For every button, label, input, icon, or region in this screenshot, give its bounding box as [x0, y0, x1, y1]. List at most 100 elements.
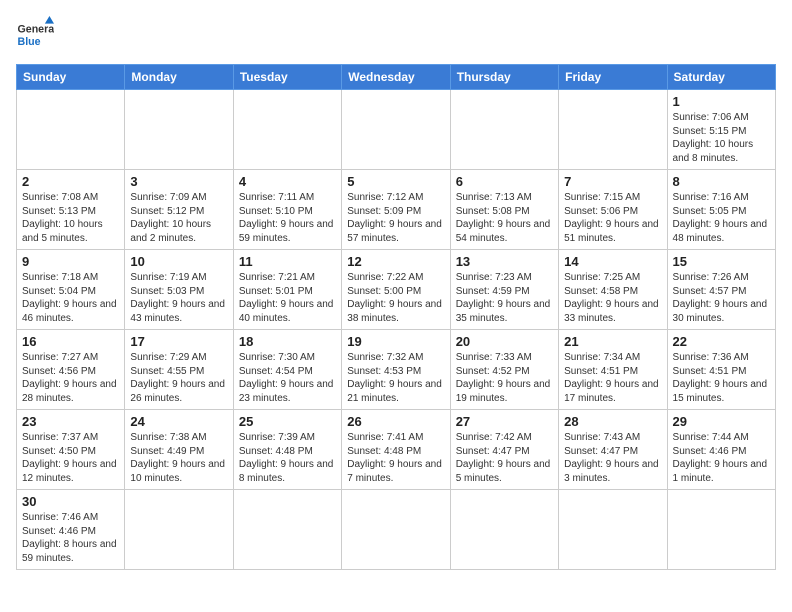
day-info: Sunrise: 7:06 AMSunset: 5:15 PMDaylight:… [673, 111, 770, 165]
calendar-cell [125, 490, 233, 570]
day-number: 6 [456, 174, 553, 189]
day-info: Sunrise: 7:39 AMSunset: 4:48 PMDaylight:… [239, 431, 336, 485]
header: General Blue [16, 16, 776, 54]
day-info: Sunrise: 7:33 AMSunset: 4:52 PMDaylight:… [456, 351, 553, 405]
calendar-cell [342, 490, 450, 570]
calendar-cell: 25Sunrise: 7:39 AMSunset: 4:48 PMDayligh… [233, 410, 341, 490]
day-info: Sunrise: 7:22 AMSunset: 5:00 PMDaylight:… [347, 271, 444, 325]
calendar-cell: 24 Sunrise: 7:38 AMSunset: 4:49 PMDayligh… [125, 410, 233, 490]
calendar-cell: 7Sunrise: 7:15 AMSunset: 5:06 PMDaylight… [559, 170, 667, 250]
day-number: 9 [22, 254, 119, 269]
week-row: 23 Sunrise: 7:37 AMSunset: 4:50 PMDayligh… [17, 410, 776, 490]
calendar-cell: 12 Sunrise: 7:22 AMSunset: 5:00 PMDayligh… [342, 250, 450, 330]
day-info: Sunrise: 7:08 AMSunset: 5:13 PMDaylight:… [22, 191, 119, 245]
day-info: Sunrise: 7:37 AMSunset: 4:50 PMDaylight:… [22, 431, 119, 485]
calendar-cell [559, 90, 667, 170]
calendar-cell: 15Sunrise: 7:26 AMSunset: 4:57 PMDayligh… [667, 250, 775, 330]
weekday-header-cell: Tuesday [233, 65, 341, 90]
svg-text:Blue: Blue [18, 36, 41, 48]
calendar-cell [17, 90, 125, 170]
calendar-cell: 10 Sunrise: 7:19 AMSunset: 5:03 PMDayligh… [125, 250, 233, 330]
day-number: 27 [456, 414, 553, 429]
calendar-cell: 11 Sunrise: 7:21 AMSunset: 5:01 PMDayligh… [233, 250, 341, 330]
day-info: Sunrise: 7:42 AMSunset: 4:47 PMDaylight:… [456, 431, 553, 485]
weekday-header-cell: Friday [559, 65, 667, 90]
day-info: Sunrise: 7:46 AMSunset: 4:46 PMDaylight:… [22, 511, 119, 565]
day-number: 26 [347, 414, 444, 429]
calendar-body: 1 Sunrise: 7:06 AMSunset: 5:15 PMDaylight… [17, 90, 776, 570]
calendar-cell: 26 Sunrise: 7:41 AMSunset: 4:48 PMDayligh… [342, 410, 450, 490]
day-info: Sunrise: 7:38 AMSunset: 4:49 PMDaylight:… [130, 431, 227, 485]
calendar-table: SundayMondayTuesdayWednesdayThursdayFrid… [16, 64, 776, 570]
calendar-cell: 1 Sunrise: 7:06 AMSunset: 5:15 PMDaylight… [667, 90, 775, 170]
day-info: Sunrise: 7:21 AMSunset: 5:01 PMDaylight:… [239, 271, 336, 325]
weekday-header-cell: Thursday [450, 65, 558, 90]
day-info: Sunrise: 7:09 AMSunset: 5:12 PMDaylight:… [130, 191, 227, 245]
calendar-cell: 23 Sunrise: 7:37 AMSunset: 4:50 PMDayligh… [17, 410, 125, 490]
day-info: Sunrise: 7:15 AMSunset: 5:06 PMDaylight:… [564, 191, 661, 245]
calendar-cell: 6 Sunrise: 7:13 AMSunset: 5:08 PMDaylight… [450, 170, 558, 250]
day-number: 5 [347, 174, 444, 189]
week-row: 9 Sunrise: 7:18 AMSunset: 5:04 PMDaylight… [17, 250, 776, 330]
day-number: 19 [347, 334, 444, 349]
day-info: Sunrise: 7:41 AMSunset: 4:48 PMDaylight:… [347, 431, 444, 485]
day-number: 16 [22, 334, 119, 349]
calendar-cell: 19Sunrise: 7:32 AMSunset: 4:53 PMDayligh… [342, 330, 450, 410]
day-number: 23 [22, 414, 119, 429]
day-number: 12 [347, 254, 444, 269]
calendar-cell: 21Sunrise: 7:34 AMSunset: 4:51 PMDayligh… [559, 330, 667, 410]
calendar-cell [342, 90, 450, 170]
calendar-cell: 14 Sunrise: 7:25 AMSunset: 4:58 PMDayligh… [559, 250, 667, 330]
calendar-cell: 29 Sunrise: 7:44 AMSunset: 4:46 PMDayligh… [667, 410, 775, 490]
calendar-cell: 20 Sunrise: 7:33 AMSunset: 4:52 PMDayligh… [450, 330, 558, 410]
day-number: 10 [130, 254, 227, 269]
day-info: Sunrise: 7:18 AMSunset: 5:04 PMDaylight:… [22, 271, 119, 325]
day-info: Sunrise: 7:23 AMSunset: 4:59 PMDaylight:… [456, 271, 553, 325]
day-info: Sunrise: 7:29 AMSunset: 4:55 PMDaylight:… [130, 351, 227, 405]
weekday-header-cell: Saturday [667, 65, 775, 90]
day-info: Sunrise: 7:26 AMSunset: 4:57 PMDaylight:… [673, 271, 770, 325]
day-number: 3 [130, 174, 227, 189]
day-info: Sunrise: 7:30 AMSunset: 4:54 PMDaylight:… [239, 351, 336, 405]
day-number: 20 [456, 334, 553, 349]
day-number: 21 [564, 334, 661, 349]
day-info: Sunrise: 7:36 AMSunset: 4:51 PMDaylight:… [673, 351, 770, 405]
week-row: 2Sunrise: 7:08 AMSunset: 5:13 PMDaylight… [17, 170, 776, 250]
calendar-cell [125, 90, 233, 170]
day-info: Sunrise: 7:44 AMSunset: 4:46 PMDaylight:… [673, 431, 770, 485]
day-number: 22 [673, 334, 770, 349]
day-number: 4 [239, 174, 336, 189]
day-info: Sunrise: 7:12 AMSunset: 5:09 PMDaylight:… [347, 191, 444, 245]
calendar-cell [233, 90, 341, 170]
day-number: 24 [130, 414, 227, 429]
day-info: Sunrise: 7:19 AMSunset: 5:03 PMDaylight:… [130, 271, 227, 325]
week-row: 30 Sunrise: 7:46 AMSunset: 4:46 PMDayligh… [17, 490, 776, 570]
calendar-cell: 13 Sunrise: 7:23 AMSunset: 4:59 PMDayligh… [450, 250, 558, 330]
day-number: 14 [564, 254, 661, 269]
weekday-header-cell: Wednesday [342, 65, 450, 90]
day-number: 18 [239, 334, 336, 349]
calendar-cell: 22 Sunrise: 7:36 AMSunset: 4:51 PMDayligh… [667, 330, 775, 410]
day-info: Sunrise: 7:16 AMSunset: 5:05 PMDaylight:… [673, 191, 770, 245]
day-number: 13 [456, 254, 553, 269]
day-number: 11 [239, 254, 336, 269]
day-number: 30 [22, 494, 119, 509]
day-number: 29 [673, 414, 770, 429]
calendar-cell: 16Sunrise: 7:27 AMSunset: 4:56 PMDayligh… [17, 330, 125, 410]
calendar-cell: 9 Sunrise: 7:18 AMSunset: 5:04 PMDaylight… [17, 250, 125, 330]
calendar-cell [667, 490, 775, 570]
calendar-cell [450, 90, 558, 170]
day-info: Sunrise: 7:11 AMSunset: 5:10 PMDaylight:… [239, 191, 336, 245]
weekday-header-row: SundayMondayTuesdayWednesdayThursdayFrid… [17, 65, 776, 90]
day-number: 8 [673, 174, 770, 189]
day-info: Sunrise: 7:13 AMSunset: 5:08 PMDaylight:… [456, 191, 553, 245]
calendar-cell: 27 Sunrise: 7:42 AMSunset: 4:47 PMDayligh… [450, 410, 558, 490]
calendar-cell: 5 Sunrise: 7:12 AMSunset: 5:09 PMDaylight… [342, 170, 450, 250]
calendar-cell: 17Sunrise: 7:29 AMSunset: 4:55 PMDayligh… [125, 330, 233, 410]
calendar-cell [559, 490, 667, 570]
day-info: Sunrise: 7:43 AMSunset: 4:47 PMDaylight:… [564, 431, 661, 485]
weekday-header-cell: Sunday [17, 65, 125, 90]
day-number: 28 [564, 414, 661, 429]
day-info: Sunrise: 7:25 AMSunset: 4:58 PMDaylight:… [564, 271, 661, 325]
day-number: 1 [673, 94, 770, 109]
